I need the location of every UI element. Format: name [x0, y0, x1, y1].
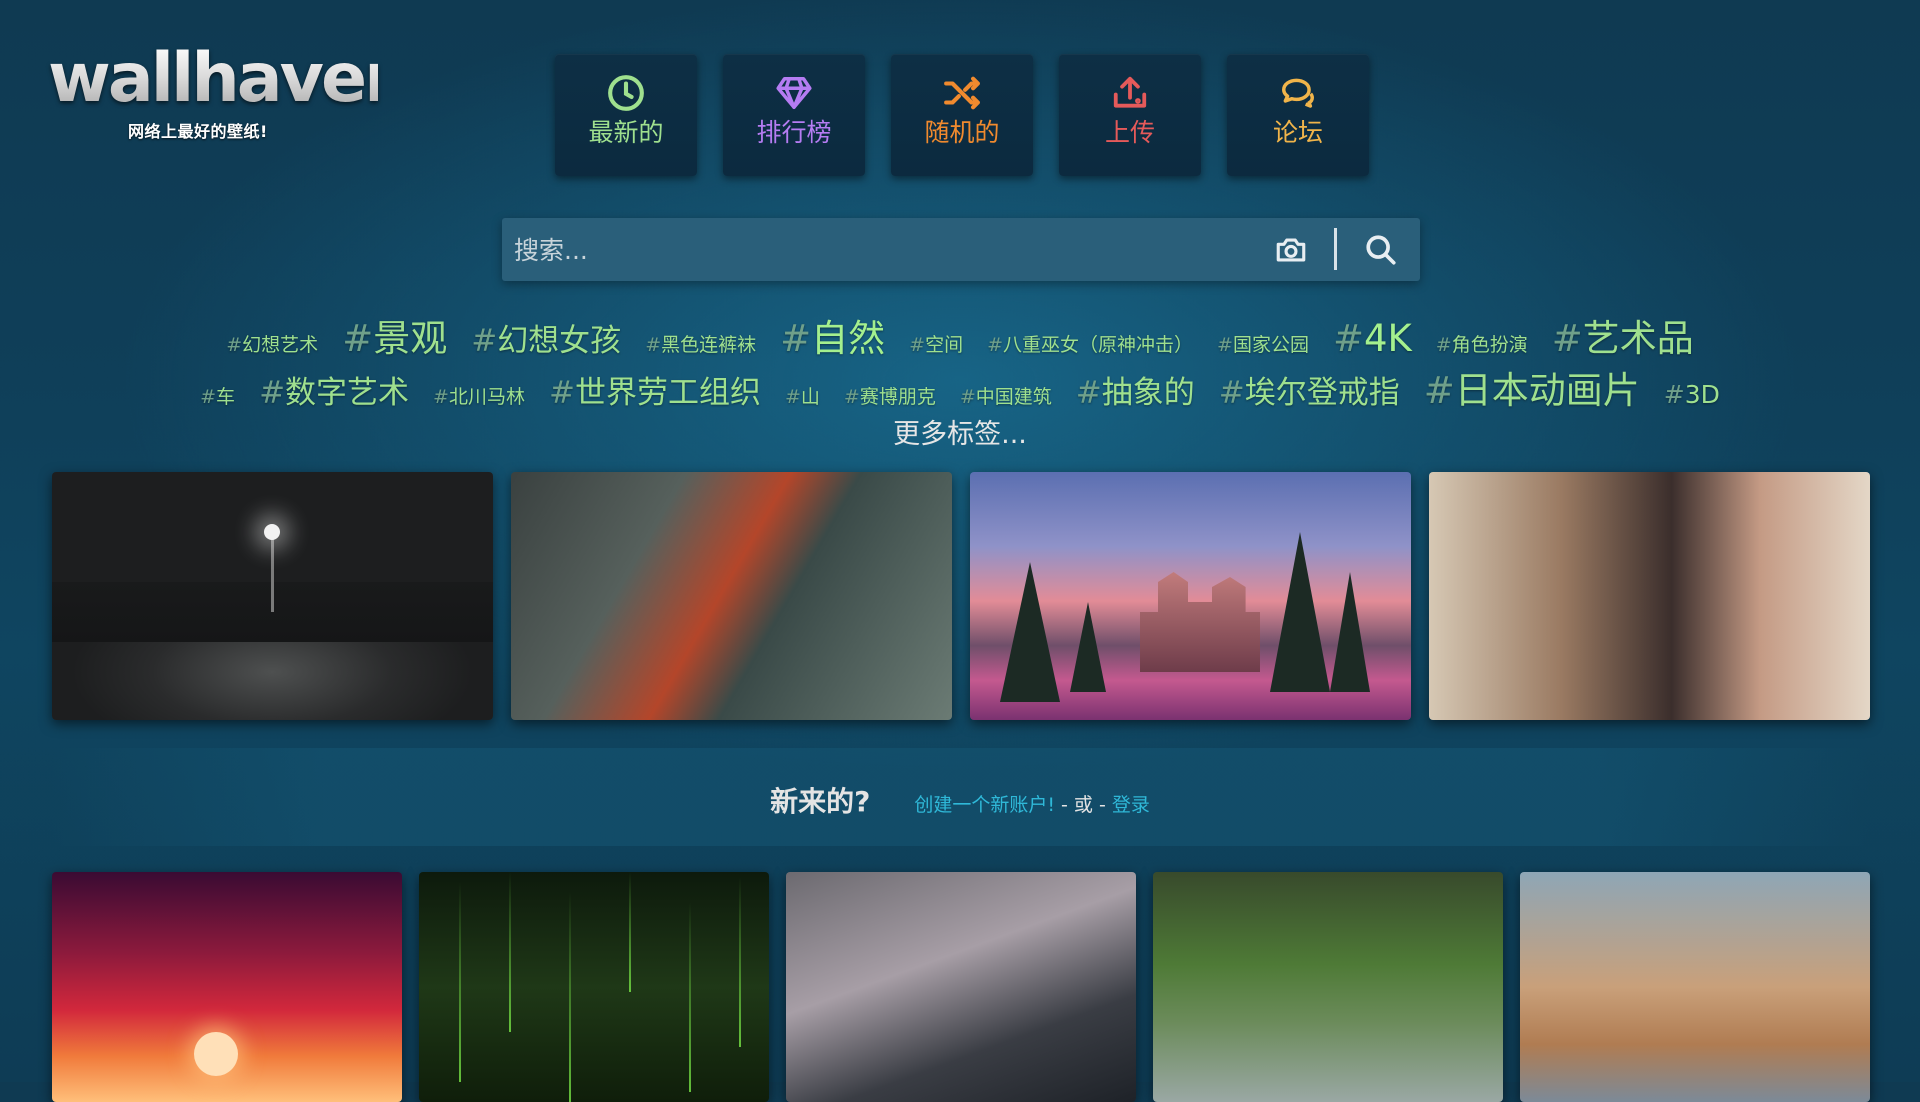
upload-icon — [1113, 76, 1147, 108]
tag-link[interactable]: #3D — [1664, 380, 1720, 409]
popular-tags-row-1: #幻想艺术 #景观 #幻想女孩 #黑色连裤袜 #自然 #空间 #八重巫女（原神冲… — [0, 308, 1920, 362]
tag-link[interactable]: #埃尔登戒指 — [1219, 367, 1400, 412]
thumbnail-scene — [271, 532, 274, 612]
tag-link[interactable]: #4K — [1333, 317, 1412, 360]
tag-link[interactable]: #自然 — [780, 308, 885, 362]
search-input[interactable] — [512, 226, 1256, 274]
nav-random-button[interactable]: 随机的 — [891, 54, 1033, 176]
tag-link[interactable]: #艺术品 — [1552, 308, 1694, 362]
tag-link[interactable]: #中国建筑 — [960, 382, 1052, 409]
nav-forums-button[interactable]: 论坛 — [1227, 54, 1369, 176]
thumbnail-scene — [1330, 572, 1370, 692]
tag-link[interactable]: #日本动画片 — [1424, 360, 1640, 414]
thumbnail-scene — [509, 872, 511, 1032]
thumbnail-scene — [569, 892, 571, 1102]
wallpaper-thumbnail[interactable] — [1520, 872, 1870, 1102]
tag-link[interactable]: #景观 — [342, 308, 447, 362]
nav-random-label: 随机的 — [924, 118, 1000, 147]
shuffle-icon — [944, 76, 980, 110]
signup-question: 新来的? — [770, 785, 871, 818]
tag-link[interactable]: #山 — [785, 382, 820, 409]
thumbnail-scene — [459, 882, 461, 1082]
featured-wallpaper-thumbnail[interactable] — [970, 472, 1411, 720]
logo-wordmark: wallhaven — [48, 39, 412, 118]
tag-link[interactable]: #赛博朋克 — [844, 382, 936, 409]
thumbnail-scene — [689, 902, 691, 1092]
tag-link[interactable]: #国家公园 — [1217, 330, 1309, 357]
thumbnail-scene — [264, 524, 280, 540]
thumbnail-scene — [1000, 562, 1060, 702]
nav-latest-label: 最新的 — [588, 118, 664, 147]
tag-link[interactable]: #车 — [200, 382, 235, 409]
tag-link[interactable]: #北川马林 — [433, 382, 525, 409]
more-tags-link[interactable]: 更多标签... — [0, 412, 1920, 451]
clock-icon — [608, 75, 644, 111]
tag-link[interactable]: #幻想女孩 — [471, 315, 621, 360]
search-icon[interactable] — [1364, 233, 1398, 267]
featured-wallpaper-thumbnail[interactable] — [1429, 472, 1870, 720]
thumbnail-scene — [1270, 532, 1330, 692]
create-account-link[interactable]: 创建一个新账户! — [914, 790, 1055, 817]
thumbnail-scene — [1140, 572, 1260, 672]
wallpaper-thumbnail[interactable] — [419, 872, 769, 1102]
tag-link[interactable]: #世界劳工组织 — [549, 367, 761, 412]
thumbnail-scene — [629, 872, 631, 992]
wallpaper-thumbnail[interactable] — [1153, 872, 1503, 1102]
thumbnail-scene — [1070, 602, 1106, 692]
tag-link[interactable]: #幻想艺术 — [226, 330, 318, 357]
diamond-icon — [776, 77, 812, 109]
tag-link[interactable]: #数字艺术 — [259, 367, 409, 412]
wallpaper-thumbnail[interactable] — [52, 872, 402, 1102]
nav-latest-button[interactable]: 最新的 — [555, 54, 697, 176]
search-divider — [1334, 228, 1337, 270]
nav-upload-button[interactable]: 上传 — [1059, 54, 1201, 176]
nav-toplist-button[interactable]: 排行榜 — [723, 54, 865, 176]
chat-icon — [1282, 78, 1314, 108]
nav-forums-label: 论坛 — [1272, 118, 1323, 147]
signup-prompt: 新来的? 创建一个新账户! - 或 - 登录 — [0, 780, 1920, 820]
thumbnail-scene — [739, 877, 741, 1047]
popular-tags-row-2: #车 #数字艺术 #北川马林 #世界劳工组织 #山 #赛博朋克 #中国建筑 #抽… — [0, 360, 1920, 414]
wallpaper-thumbnail[interactable] — [786, 872, 1136, 1102]
logo[interactable]: wallhaven 网络上最好的壁纸! — [48, 39, 412, 142]
main-nav: 最新的 排行榜 随机的 上传 论坛 — [555, 54, 1369, 176]
camera-icon[interactable] — [1274, 233, 1308, 267]
featured-wallpaper-thumbnail[interactable] — [52, 472, 493, 720]
tag-link[interactable]: #黑色连裤袜 — [645, 330, 756, 357]
nav-upload-label: 上传 — [1104, 118, 1155, 147]
tag-link[interactable]: #角色扮演 — [1436, 330, 1528, 357]
tag-link[interactable]: #空间 — [909, 330, 963, 357]
signup-or: - 或 - — [1061, 794, 1106, 816]
tag-link[interactable]: #八重巫女（原神冲击） — [987, 330, 1193, 357]
tag-link[interactable]: #抽象的 — [1076, 367, 1195, 412]
logo-tagline: 网络上最好的壁纸! — [128, 122, 268, 141]
nav-toplist-label: 排行榜 — [756, 118, 832, 147]
login-link[interactable]: 登录 — [1112, 790, 1150, 817]
search-bar — [502, 218, 1420, 281]
thumbnail-scene — [194, 1032, 238, 1076]
featured-wallpaper-thumbnail[interactable] — [511, 472, 952, 720]
